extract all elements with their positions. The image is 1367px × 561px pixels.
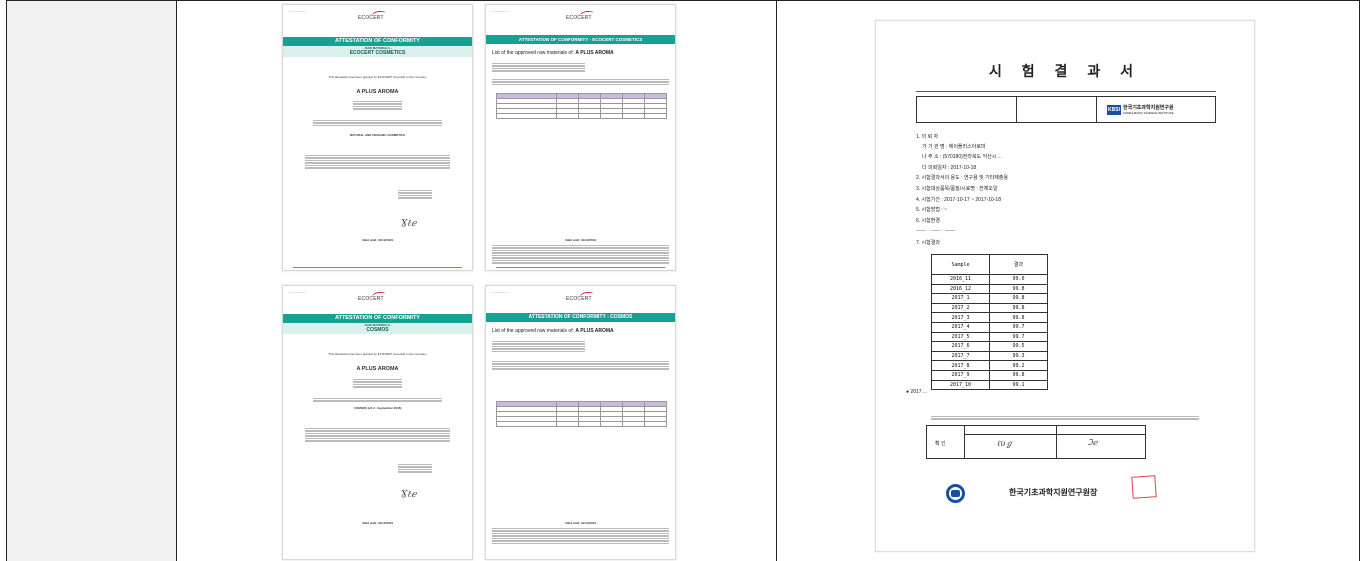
attestation-banner: ATTESTATION OF CONFORMITY - COSMOS	[486, 313, 675, 322]
signatory: 한국기초과학지원연구원장	[1009, 488, 1098, 497]
standard-name: COSMOS (v2.0 - September 2018)	[353, 406, 402, 410]
attestation-banner: ATTESTATION OF CONFORMITY	[283, 37, 472, 46]
table-row: 2017_3 99.8	[931, 312, 1048, 323]
valid-until: Valid until: 31/12/2019	[361, 521, 393, 525]
sample-name: 2017_10	[931, 379, 990, 391]
sample-name: 2017_6	[931, 341, 990, 352]
attestation-banner: ATTESTATION OF CONFORMITY - ECOCERT COSM…	[486, 35, 675, 44]
sample-name: 2017_8	[931, 360, 990, 371]
grid-line-col2	[776, 0, 777, 561]
sample-value: 99.0	[989, 274, 1048, 285]
kbsi-seal-icon	[946, 484, 965, 503]
approver-signature: ℑℯ	[1087, 438, 1098, 447]
sample-name: 2017_7	[931, 350, 990, 362]
signature: Ɣℓℯ	[401, 219, 417, 229]
sample-name: 2017_1	[931, 293, 990, 304]
cosmos-attestation-page: — ——— — ECOCERT ATTESTATION OF CONFORMIT…	[282, 285, 473, 560]
kbsi-logo: KBSI 한국기초과학지원연구원 KOREA BASIC SCIENCE INS…	[1107, 104, 1174, 115]
ecocert-logo: ECOCERT	[358, 296, 384, 302]
sample-name: 2017_5	[931, 331, 990, 343]
report-title: 시 험 결 과 서	[989, 63, 1141, 79]
table-row: 2017_5 99.7	[931, 331, 1048, 343]
valid-until: Valid until: 31/12/2019	[361, 238, 393, 242]
attestation-subtitle: COSMOS	[283, 327, 472, 334]
cosmos-raw-materials-list-page: — ——— — ECOCERT ATTESTATION OF CONFORMIT…	[485, 285, 676, 560]
sample-value: 99.3	[989, 350, 1048, 362]
tester-signature: ℓυℊ	[997, 439, 1014, 448]
ecocert-logo: ECOCERT	[566, 296, 592, 302]
grid-line-top	[6, 0, 1360, 1]
sample-name: 2016_11	[931, 274, 990, 285]
sample-value: 99.7	[989, 331, 1048, 343]
grid-line-left	[6, 0, 7, 561]
company-name: A PLUS AROMA	[356, 366, 399, 372]
table-row: 2016_11 99.0	[931, 274, 1048, 285]
sample-value: 99.8	[989, 293, 1048, 304]
ecocert-raw-materials-list-page: — ——— — ECOCERT ATTESTATION OF CONFORMIT…	[485, 4, 676, 271]
table-row: 2017_7 99.3	[931, 350, 1048, 362]
table-row: 2016_12 99.8	[931, 283, 1048, 295]
sample-name: 2016_12	[931, 283, 990, 295]
sample-name: 2017_3	[931, 312, 990, 323]
table-row: 2017_2 99.8	[931, 302, 1048, 314]
sample-name: 2017_4	[931, 321, 990, 333]
sample-value: 99.5	[989, 341, 1048, 352]
ecocert-attestation-page: — ——— — ECOCERT ATTESTATION OF CONFORMIT…	[282, 4, 473, 271]
grid-line-col1	[176, 0, 177, 561]
sample-value: 99.8	[989, 312, 1048, 323]
sample-value: 99.1	[989, 379, 1048, 391]
signature: Ɣℓℯ	[401, 490, 417, 500]
sample-name: 2017_9	[931, 369, 990, 381]
ecocert-logo: ECOCERT	[566, 15, 592, 21]
table-row: 2017_4 99.7	[931, 321, 1048, 333]
materials-table	[496, 93, 667, 119]
standard-name: NATURAL AND ORGANIC COSMETICS	[349, 133, 406, 137]
company-name: A PLUS AROMA	[356, 89, 399, 95]
sample-value: 99.7	[989, 321, 1048, 333]
sample-value: 99.8	[989, 302, 1048, 314]
attestation-banner: ATTESTATION OF CONFORMITY	[283, 314, 472, 323]
report-header-box: KBSI 한국기초과학지원연구원 KOREA BASIC SCIENCE INS…	[916, 96, 1216, 123]
sample-value: 99.8	[989, 283, 1048, 295]
sample-results-table: Sample 결과 2016_11 99.0 2016_12 99.8 2017_1 99…	[931, 254, 1048, 391]
table-row: 2017_8 99.2	[931, 360, 1048, 371]
sample-name: 2017_2	[931, 302, 990, 314]
left-label-cell	[6, 0, 176, 561]
test-result-report: 시 험 결 과 서 KBSI 한국기초과학지원연구원 KOREA BASIC S…	[875, 20, 1255, 552]
official-stamp-icon	[1131, 475, 1157, 499]
sample-value: 99.2	[989, 360, 1048, 371]
table-row: 2017_1 99.8	[931, 293, 1048, 304]
table-row: 2017_9 99.8	[931, 369, 1048, 381]
attestation-subtitle: ECOCERT COSMETICS	[283, 50, 472, 57]
report-note: ● 2017 ...	[906, 389, 928, 395]
materials-table	[496, 401, 667, 427]
ecocert-logo: ECOCERT	[358, 15, 384, 21]
table-row: 2017_6 99.5	[931, 341, 1048, 352]
table-row: 2017_10 99.1	[931, 379, 1048, 391]
confirmation-box: 확 인 ℓυℊ ℑℯ	[926, 425, 1146, 459]
sample-value: 99.8	[989, 369, 1048, 381]
grid-line-right	[1359, 0, 1360, 561]
